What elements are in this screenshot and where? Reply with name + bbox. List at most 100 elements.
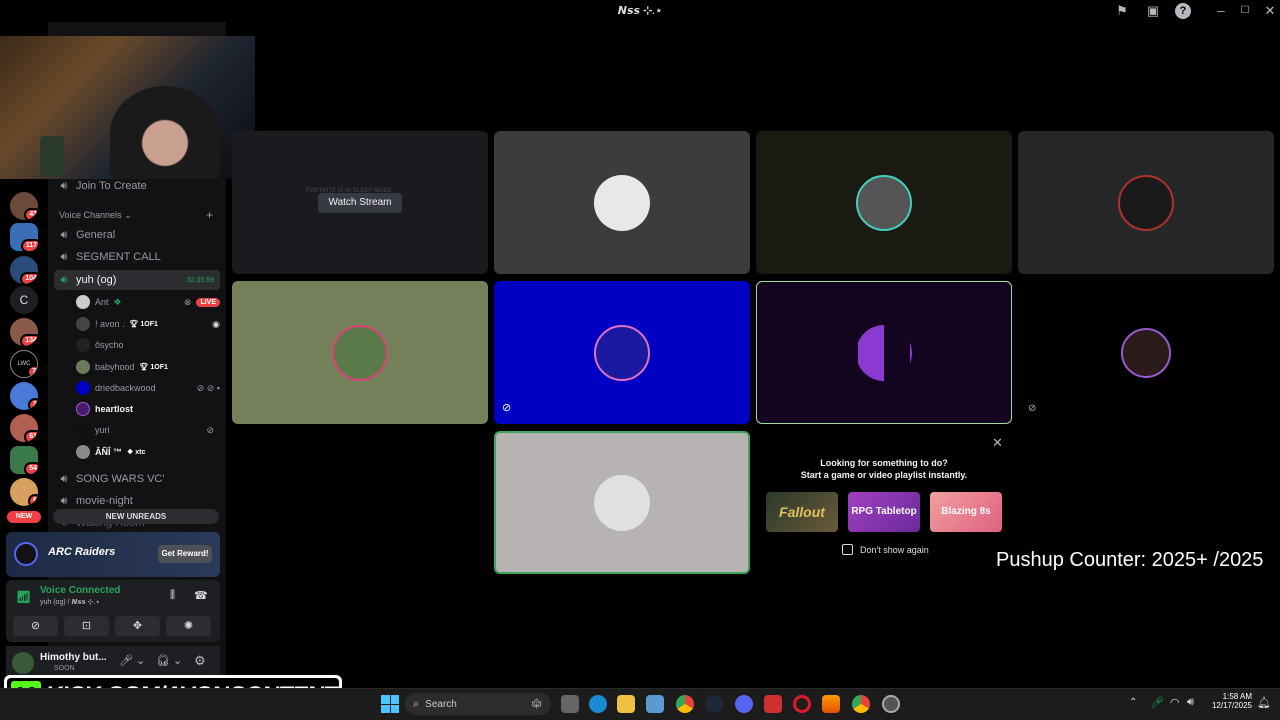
camera-off-button[interactable]: ⊘ (13, 616, 58, 636)
opera-icon[interactable] (793, 695, 811, 713)
channel-segment-call[interactable]: 🔊︎ SEGMENT CALL (54, 247, 220, 267)
new-unreads-pill[interactable]: NEW UNREADS (53, 509, 219, 524)
wifi-icon[interactable]: ◠ (1170, 696, 1180, 709)
app-icon[interactable] (764, 695, 782, 713)
participant-tile[interactable] (232, 281, 488, 424)
avatar (76, 295, 90, 309)
voice-channels-header[interactable]: Voice Channels ⌄ + (59, 208, 219, 222)
help-icon[interactable]: ? (1175, 3, 1191, 19)
headphones-icon[interactable]: 🎧︎ ⌄ (156, 654, 182, 667)
participant-tile[interactable]: ⊘ (1018, 281, 1274, 424)
edge-icon[interactable] (589, 695, 607, 713)
minimize-icon[interactable]: – (1213, 3, 1229, 19)
activity-title: Looking for something to do? (820, 458, 948, 468)
activity-prompt: ✕ Looking for something to do? Start a g… (756, 431, 1012, 574)
mic-tray-icon[interactable]: 🎤︎ (1150, 696, 1164, 709)
trophy-tag: 🏆︎ 1OF1 (139, 364, 168, 371)
notification-bell-icon[interactable]: 🔔︎ (1257, 696, 1271, 709)
task-view-icon[interactable] (561, 695, 579, 713)
user-name: Himothy but... (40, 652, 107, 663)
close-icon[interactable]: ✕ (992, 435, 1003, 451)
volume-icon[interactable]: 🔊︎ (1187, 696, 1194, 709)
avatar (76, 338, 90, 352)
voice-user[interactable]: yuri ⊘ (76, 420, 220, 440)
participant-tile[interactable] (1018, 131, 1274, 274)
avatar (856, 174, 912, 231)
channel-join-to-create[interactable]: 🔊︎ Join To Create (54, 176, 220, 196)
muted-icon: ⊘ (1028, 403, 1037, 414)
avatar (76, 423, 90, 437)
participant-tile[interactable] (494, 431, 750, 574)
channel-general[interactable]: 🔊︎ General (54, 225, 220, 245)
voice-user[interactable]: ôsycho (76, 335, 220, 355)
noise-suppression-icon[interactable]: ⫼ (170, 589, 175, 602)
voice-user[interactable]: babyhood 🏆︎ 1OF1 (76, 357, 220, 377)
participant-tile[interactable] (494, 131, 750, 274)
camera-off-icon: ⊘ (502, 402, 512, 414)
channel-movie-night[interactable]: 🔊︎ movie-night (54, 491, 220, 511)
stream-tile[interactable]: FORTNITE IS IN SLEEP MODE Watch Stream (232, 131, 488, 274)
share-screen-button[interactable]: ⊡ (64, 616, 109, 636)
participant-tile[interactable] (756, 281, 1012, 424)
server-icon[interactable]: 54 (10, 446, 38, 474)
server-icon[interactable]: 117 (10, 223, 38, 251)
server-icon[interactable]: 134 (10, 318, 38, 346)
dont-show-checkbox[interactable] (842, 544, 853, 555)
get-reward-button[interactable]: Get Reward! (158, 545, 212, 563)
promo-banner[interactable]: ARC Raiders Get Reward! (6, 532, 220, 577)
participant-tile[interactable]: ⊘ (494, 281, 750, 424)
activities-button[interactable]: ✥ (115, 616, 160, 636)
file-explorer-icon[interactable] (617, 695, 635, 713)
activity-card-blazing[interactable]: Blazing 8s (930, 492, 1002, 532)
avatar (594, 174, 650, 231)
taskbar (0, 688, 1280, 720)
disconnect-icon[interactable]: ☎︎ (194, 589, 208, 602)
channel-song-wars[interactable]: 🔊︎ SONG WARS VC' (54, 469, 220, 489)
trophy-tag: 🏆︎ 1OF1 (129, 321, 158, 328)
add-channel-icon[interactable]: + (206, 208, 213, 222)
maximize-icon[interactable]: ☐ (1237, 3, 1253, 19)
console-icon: ⊗ (183, 296, 192, 307)
voice-user[interactable]: ! avon . 🏆︎ 1OF1 ◉ (76, 314, 220, 334)
close-window-icon[interactable]: ✕ (1262, 3, 1278, 19)
start-icon[interactable] (381, 695, 399, 713)
gear-icon[interactable]: ⚙ (194, 653, 206, 669)
server-icon[interactable]: C (10, 286, 38, 314)
voice-user[interactable]: heartlost (76, 399, 220, 419)
voice-connected-label: Voice Connected (40, 585, 121, 596)
voice-connected-sub[interactable]: yuh (og) / 𝙉𝙨𝙨 ⊹.⋆ (40, 598, 100, 606)
voice-user[interactable]: driedbackwood ⊘ ⊘ ▪ (76, 378, 220, 398)
store-icon[interactable] (646, 695, 664, 713)
new-servers-pill[interactable]: NEW (7, 511, 41, 523)
obs-icon[interactable] (882, 695, 900, 713)
activity-card-fallout[interactable]: Fallout (766, 492, 838, 532)
avatar[interactable] (12, 652, 34, 674)
user-status: SOON (54, 665, 75, 672)
server-icon[interactable]: 6 (10, 478, 38, 506)
watch-stream-button[interactable]: Watch Stream (318, 193, 402, 213)
server-icon[interactable]: 3 (10, 382, 38, 410)
server-icon[interactable]: 104 (10, 256, 38, 284)
chrome-icon[interactable] (676, 695, 694, 713)
soundboard-button[interactable]: ✺ (166, 616, 211, 636)
speaker-icon: 🔊︎ (60, 494, 68, 507)
dont-show-label: Don't show again (860, 545, 929, 555)
server-icon[interactable]: 61 (10, 414, 38, 442)
discord-icon[interactable] (735, 695, 753, 713)
server-icon[interactable]: 43 (10, 192, 38, 220)
steam-icon[interactable] (705, 695, 723, 713)
screen-share-icon[interactable]: ▣ (1145, 3, 1161, 19)
clock[interactable]: 1:58 AM 12/17/2025 (1206, 692, 1252, 710)
channel-yuh-og[interactable]: 🔊︎ yuh (og) 32:35:59 (54, 270, 220, 290)
voice-user[interactable]: Ant ❖ ⊗ LIVE (76, 292, 220, 312)
participant-tile[interactable] (756, 131, 1012, 274)
inbox-flag-icon[interactable]: ⚑ (1114, 3, 1130, 19)
chrome-icon[interactable] (852, 695, 870, 713)
chevron-up-icon[interactable]: ⌃ (1129, 697, 1137, 708)
voice-user[interactable]: ÂÑÎ ™ ❖ xtc (76, 442, 220, 462)
activity-card-rpg[interactable]: RPG Tabletop (848, 492, 920, 532)
fl-studio-icon[interactable] (822, 695, 840, 713)
microphone-icon[interactable]: 🎤︎ ⌄ (119, 654, 145, 667)
server-icon[interactable]: LWC 7 (10, 350, 38, 378)
taskbar-search[interactable]: ⌕ Search 🍁︎ (405, 693, 551, 715)
